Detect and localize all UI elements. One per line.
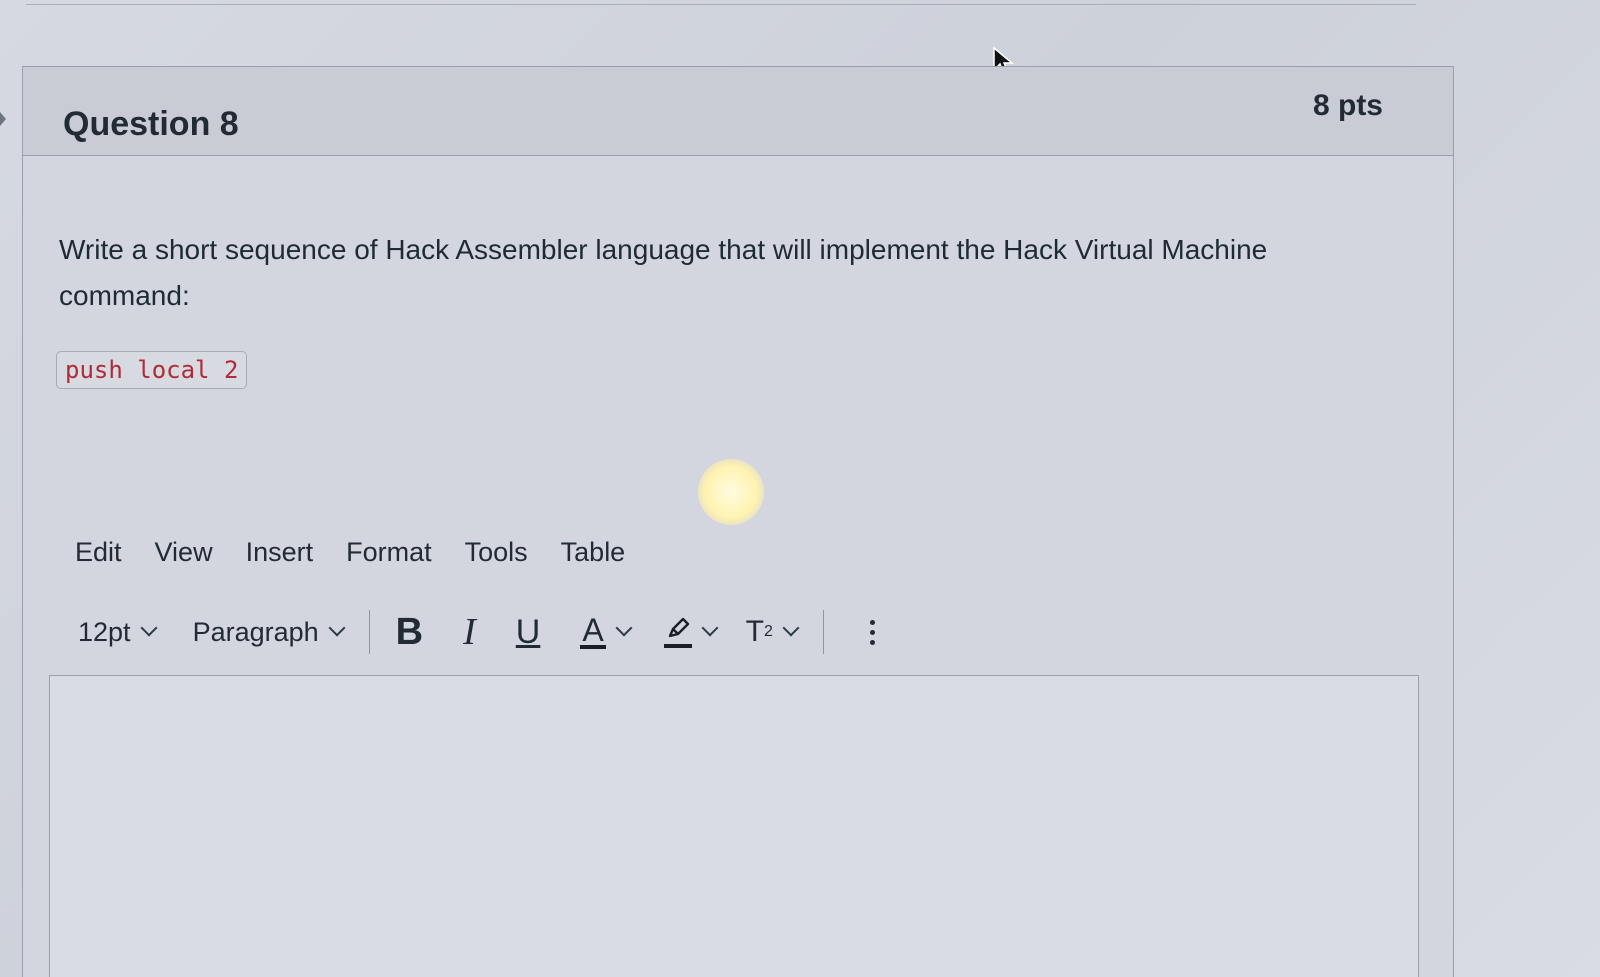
underline-button[interactable]: U bbox=[516, 613, 541, 652]
answer-editor[interactable] bbox=[49, 675, 1419, 977]
superscript-exponent: 2 bbox=[764, 623, 773, 640]
chevron-down-icon bbox=[782, 619, 800, 637]
superscript-button[interactable]: T2 bbox=[745, 615, 800, 649]
chevron-down-icon bbox=[328, 619, 346, 637]
menu-insert[interactable]: Insert bbox=[246, 537, 314, 568]
italic-button[interactable]: I bbox=[463, 610, 476, 654]
question-points: 8 pts bbox=[1312, 89, 1383, 122]
question-card: Question 8 8 pts Write a short sequence … bbox=[22, 66, 1454, 977]
superscript-label: T bbox=[745, 615, 764, 648]
menu-tools[interactable]: Tools bbox=[465, 537, 528, 568]
text-color-button[interactable]: A bbox=[580, 612, 633, 649]
light-glare bbox=[698, 459, 764, 525]
menu-edit[interactable]: Edit bbox=[75, 537, 122, 568]
editor-toolbar: 12pt Paragraph B I U A T 2 bbox=[78, 607, 875, 657]
kebab-menu-icon[interactable] bbox=[869, 619, 875, 645]
question-text: Write a short sequence of Hack Assembler… bbox=[59, 234, 1268, 311]
toolbar-divider bbox=[368, 610, 370, 654]
editor-menubar: Edit View Insert Format Tools Table bbox=[75, 537, 658, 568]
text-color-icon: A bbox=[580, 612, 606, 649]
menu-format[interactable]: Format bbox=[346, 537, 432, 568]
chevron-down-icon bbox=[615, 619, 633, 637]
block-format-value: Paragraph bbox=[192, 616, 319, 647]
page: Question 8 8 pts Write a short sequence … bbox=[0, 0, 1600, 977]
code-snippet: push local 2 bbox=[56, 351, 248, 389]
bold-button[interactable]: B bbox=[396, 611, 423, 654]
chevron-down-icon bbox=[140, 619, 158, 637]
question-title: Question 8 bbox=[63, 105, 239, 143]
menu-table[interactable]: Table bbox=[561, 537, 626, 568]
chevron-down-icon bbox=[701, 619, 719, 637]
previous-question-edge bbox=[26, 0, 1416, 5]
left-arrow-icon[interactable] bbox=[0, 112, 6, 126]
pen-highlight-icon bbox=[663, 616, 692, 648]
font-size-select[interactable]: 12pt bbox=[78, 616, 158, 648]
block-format-select[interactable]: Paragraph bbox=[192, 616, 346, 648]
font-size-value: 12pt bbox=[78, 616, 131, 647]
menu-view[interactable]: View bbox=[155, 537, 213, 568]
toolbar-divider bbox=[822, 610, 824, 654]
question-header: Question 8 8 pts bbox=[23, 67, 1453, 156]
highlight-color-button[interactable] bbox=[663, 616, 719, 648]
